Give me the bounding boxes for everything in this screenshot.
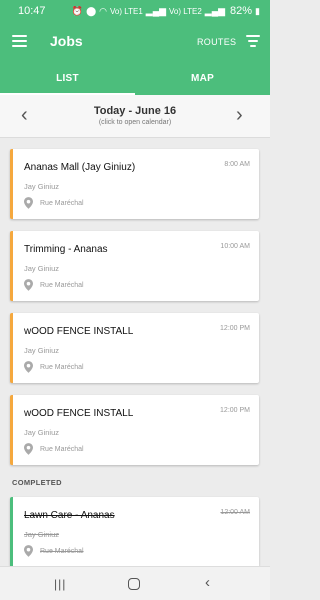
job-location: Rue Maréchal	[24, 197, 84, 209]
home-icon[interactable]	[128, 578, 140, 590]
network-label-1: Vo) LTE1	[110, 6, 143, 16]
page-title: Jobs	[50, 33, 83, 49]
routes-button[interactable]: ROUTES	[197, 37, 236, 47]
job-title: Ananas Mall (Jay Giniuz)	[24, 162, 136, 173]
status-icons: ⏰ ⬤ ◠ Vo) LTE1 ▂▄▆ Vo) LTE2 ▂▄▆ 82% ▮	[72, 5, 260, 17]
job-assignee: Jay Giniuz	[24, 530, 60, 539]
job-time: 8:00 AM	[224, 161, 250, 168]
job-time: 12:00 PM	[220, 325, 250, 332]
job-location-text: Rue Maréchal	[40, 363, 84, 371]
job-location-text: Rue Maréchal	[40, 199, 84, 207]
filter-icon[interactable]	[246, 35, 260, 47]
next-day-icon[interactable]: ›	[236, 105, 243, 125]
status-time: 10:47	[18, 5, 46, 17]
view-tabs: LIST MAP	[0, 62, 270, 95]
job-time: 12:00 AM	[220, 509, 250, 516]
location-pin-icon	[24, 279, 33, 291]
recents-icon[interactable]: |||	[54, 577, 66, 591]
signal-icon: ▂▄▆	[204, 5, 226, 16]
system-nav-bar: ||| ‹	[0, 566, 270, 600]
status-bar: 10:47 ⏰ ⬤ ◠ Vo) LTE1 ▂▄▆ Vo) LTE2 ▂▄▆ 82…	[0, 0, 270, 22]
tab-list[interactable]: LIST	[0, 62, 135, 95]
job-location: Rue Maréchal	[24, 361, 84, 373]
location-pin-icon	[24, 443, 33, 455]
job-card[interactable]: Ananas Mall (Jay Giniuz) 8:00 AM Jay Gin…	[10, 149, 259, 219]
job-time: 10:00 AM	[220, 243, 250, 250]
job-location-text: Rue Maréchal	[40, 547, 84, 555]
wifi-icon: ◠	[99, 5, 108, 16]
location-pin-icon	[24, 361, 33, 373]
back-icon[interactable]: ‹	[205, 574, 210, 591]
job-card[interactable]: Trimming - Ananas 10:00 AM Jay Giniuz Ru…	[10, 231, 259, 301]
job-location-text: Rue Maréchal	[40, 281, 84, 289]
battery-icon: ▮	[255, 5, 260, 16]
job-time: 12:00 PM	[220, 407, 250, 414]
job-assignee: Jay Giniuz	[24, 346, 60, 355]
job-location: Rue Maréchal	[24, 279, 84, 291]
calendar-hint: (click to open calendar)	[98, 119, 172, 126]
job-title: Trimming - Ananas	[24, 244, 108, 255]
date-title[interactable]: Today - June 16	[0, 105, 270, 117]
job-assignee: Jay Giniuz	[24, 264, 60, 273]
alarm-icon: ⏰	[71, 5, 84, 16]
completed-section-label: COMPLETED	[12, 478, 62, 487]
app-bar: Jobs ROUTES	[0, 22, 270, 62]
job-card[interactable]: wOOD FENCE INSTALL 12:00 PM Jay Giniuz R…	[10, 313, 259, 383]
job-assignee: Jay Giniuz	[24, 182, 60, 191]
battery-level: 82%	[230, 5, 253, 17]
job-location-text: Rue Maréchal	[40, 445, 84, 453]
location-icon: ⬤	[86, 5, 97, 16]
completed-job-card[interactable]: Lawn Care - Ananas 12:00 AM Jay Giniuz R…	[10, 497, 259, 566]
job-location: Rue Maréchal	[24, 443, 84, 455]
job-title: wOOD FENCE INSTALL	[24, 326, 134, 337]
job-card[interactable]: wOOD FENCE INSTALL 12:00 PM Jay Giniuz R…	[10, 395, 259, 465]
menu-icon[interactable]	[12, 35, 27, 47]
date-selector[interactable]: ‹ Today - June 16 (click to open calenda…	[0, 95, 270, 138]
tab-map[interactable]: MAP	[135, 62, 270, 95]
network-label-2: Vo) LTE2	[169, 6, 202, 16]
job-location: Rue Maréchal	[24, 545, 84, 557]
location-pin-icon	[24, 545, 33, 557]
job-title: Lawn Care - Ananas	[24, 510, 115, 521]
job-assignee: Jay Giniuz	[24, 428, 60, 437]
location-pin-icon	[24, 197, 33, 209]
job-title: wOOD FENCE INSTALL	[24, 408, 134, 419]
signal-icon: ▂▄▆	[145, 5, 167, 16]
